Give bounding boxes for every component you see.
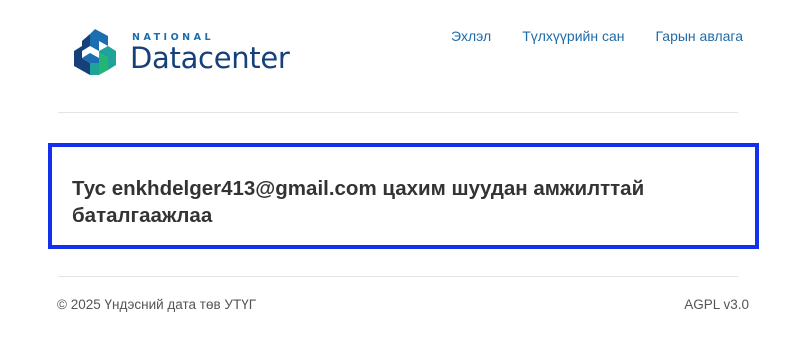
datacenter-logo-icon	[74, 29, 116, 75]
logo-link[interactable]: NATIONAL Datacenter	[68, 26, 290, 80]
logo-big-text: Datacenter	[130, 41, 290, 75]
nav-link-manual[interactable]: Гарын авлага	[656, 27, 744, 45]
top-nav: Эхлэл Түлхүүрийн сан Гарын авлага	[451, 27, 743, 45]
page: NATIONAL Datacenter Эхлэл Түлхүүрийн сан…	[0, 0, 795, 347]
footer-copyright: © 2025 Үндэсний дата төв УТҮГ	[57, 297, 257, 312]
footer-license: AGPL v3.0	[684, 297, 749, 312]
header-divider	[58, 112, 738, 113]
footer-divider	[58, 276, 738, 277]
confirmation-message-text: Тус enkhdelger413@gmail.com цахим шуудан…	[72, 177, 645, 227]
confirmation-message-box: Тус enkhdelger413@gmail.com цахим шуудан…	[48, 143, 759, 249]
nav-link-key-store[interactable]: Түлхүүрийн сан	[522, 27, 624, 45]
nav-link-home[interactable]: Эхлэл	[451, 27, 491, 45]
logo-text: NATIONAL Datacenter	[130, 33, 290, 75]
